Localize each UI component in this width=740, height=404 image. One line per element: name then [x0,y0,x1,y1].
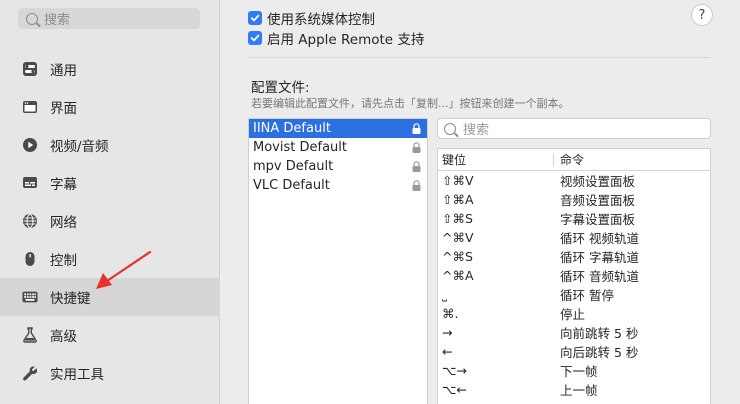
command-cell: 向前跳转 5 秒 [560,326,639,341]
config-file-name: VLC Default [253,178,330,193]
sidebar-item-utilities[interactable]: 实用工具 [0,354,220,392]
globe-icon [22,213,38,229]
system-media-checkbox-row[interactable]: 使用系统媒体控制 [248,8,375,28]
wrench-icon [22,365,38,381]
table-row[interactable]: ⇧⌘A 音频设置面板 [438,190,710,209]
lock-icon [412,123,421,134]
key-cell: ˽ [442,287,447,302]
sidebar-item-general[interactable]: 通用 [0,50,220,88]
command-cell: 循环 音频轨道 [560,269,639,284]
sidebar: 搜索 通用 界面 视频/音频 字幕 网络 控制 快捷键 高级 实用工具 [0,0,220,404]
key-cell: ^⌘A [442,268,474,283]
apple-remote-checkbox[interactable] [248,31,262,45]
keyboard-icon [22,289,38,305]
table-row[interactable]: ⌘. 停止 [438,304,710,323]
sidebar-search-placeholder: 搜索 [44,13,71,28]
sidebar-item-advanced[interactable]: 高级 [0,316,220,354]
key-cell: ⇧⌘V [442,173,474,188]
window-icon [22,99,38,115]
search-icon [26,12,38,25]
sidebar-item-label: 视频/音频 [50,139,109,155]
sidebar-item-label: 网络 [50,215,77,231]
config-files-title: 配置文件: [251,80,310,96]
command-cell: 循环 视频轨道 [560,231,639,246]
command-cell: 字幕设置面板 [560,212,636,227]
sidebar-item-label: 实用工具 [50,367,104,383]
sidebar-item-video-audio[interactable]: 视频/音频 [0,126,220,164]
command-cell: 循环 暂停 [560,288,614,303]
sidebar-item-label: 快捷键 [50,291,91,307]
apple-remote-label: 启用 Apple Remote 支持 [267,32,425,48]
command-cell: 下一帧 [560,364,598,379]
system-media-checkbox[interactable] [248,11,262,25]
search-icon [444,122,456,135]
sidebar-item-interface[interactable]: 界面 [0,88,220,126]
command-cell: 视频设置面板 [560,174,636,189]
table-row[interactable]: ^⌘S 循环 字幕轨道 [438,247,710,266]
sidebar-item-network[interactable]: 网络 [0,202,220,240]
keybinding-search-placeholder: 搜索 [463,123,490,138]
table-row[interactable]: ← 向后跳转 5 秒 [438,342,710,361]
command-cell: 循环 字幕轨道 [560,250,639,265]
sidebar-item-label: 高级 [50,329,77,345]
command-cell: 音频设置面板 [560,193,636,208]
sidebar-item-label: 字幕 [50,177,77,193]
config-file-item[interactable]: mpv Default [249,157,427,176]
command-cell: 停止 [560,307,586,322]
keybinding-table[interactable]: 键位 命令 ⇧⌘V 视频设置面板 ⇧⌘A 音频设置面板 ⇧⌘S 字幕设置面板 ^⌘V 循环 视… [437,148,711,404]
table-row[interactable]: ⌥← 上一帧 [438,380,710,399]
config-file-item[interactable]: VLC Default [249,176,427,195]
config-file-list[interactable]: IINA Default Movist Default mpv Default … [248,118,428,404]
sidebar-item-control[interactable]: 控制 [0,240,220,278]
table-row[interactable]: → 向前跳转 5 秒 [438,323,710,342]
flask-icon [22,327,38,343]
help-button[interactable]: ? [691,4,713,26]
sidebar-item-label: 通用 [50,63,77,79]
table-row[interactable]: ^⌘A 循环 音频轨道 [438,266,710,285]
system-media-label: 使用系统媒体控制 [267,12,375,28]
table-row[interactable]: ˽ 循环 暂停 [438,285,710,304]
table-row[interactable]: ^⌘V 循环 视频轨道 [438,228,710,247]
config-file-item[interactable]: Movist Default [249,138,427,157]
table-header: 键位 命令 [438,149,710,171]
key-cell: ⇧⌘A [442,192,474,207]
apple-remote-checkbox-row[interactable]: 启用 Apple Remote 支持 [248,28,424,48]
key-cell: ⌘. [442,306,459,321]
divider [248,57,711,58]
key-cell: ^⌘V [442,230,474,245]
key-cell: ^⌘S [442,249,473,264]
key-cell: ← [442,344,453,359]
table-row[interactable]: ⇧⌘V 视频设置面板 [438,171,710,190]
command-cell: 上一帧 [560,383,598,398]
mouse-icon [22,251,38,267]
sidebar-item-label: 界面 [50,101,77,117]
key-cell: ⇧⌘S [442,211,473,226]
lock-icon [412,161,421,172]
table-row[interactable]: ⇧⌘S 字幕设置面板 [438,209,710,228]
config-file-name: mpv Default [253,159,334,174]
lock-icon [412,180,421,191]
column-header-command[interactable]: 命令 [554,151,584,168]
config-file-name: Movist Default [253,140,347,155]
sidebar-item-shortcuts[interactable]: 快捷键 [0,278,220,316]
command-cell: 向后跳转 5 秒 [560,345,639,360]
key-cell: ⌥← [442,382,467,397]
sidebar-item-subtitles[interactable]: 字幕 [0,164,220,202]
config-file-name: IINA Default [253,121,331,136]
keybinding-search-input[interactable]: 搜索 [437,118,711,139]
play-icon [22,137,38,153]
shortcuts-pane: 使用系统媒体控制 启用 Apple Remote 支持 ? 配置文件: 若要编辑… [221,0,740,404]
table-row[interactable]: ⌥→ 下一帧 [438,361,710,380]
subtitle-icon [22,175,38,191]
toggle-icon [22,61,38,77]
config-file-item[interactable]: IINA Default [249,119,427,138]
key-cell: ⌥→ [442,363,467,378]
lock-icon [412,142,421,153]
sidebar-item-label: 控制 [50,253,77,269]
config-files-hint: 若要编辑此配置文件，请先点击「复制...」按钮来创建一个副本。 [251,97,570,110]
sidebar-search-field[interactable]: 搜索 [18,8,200,29]
table-body: ⇧⌘V 视频设置面板 ⇧⌘A 音频设置面板 ⇧⌘S 字幕设置面板 ^⌘V 循环 视频轨道 ^⌘S… [438,171,710,399]
key-cell: → [442,325,453,340]
column-header-key[interactable]: 键位 [438,152,554,167]
